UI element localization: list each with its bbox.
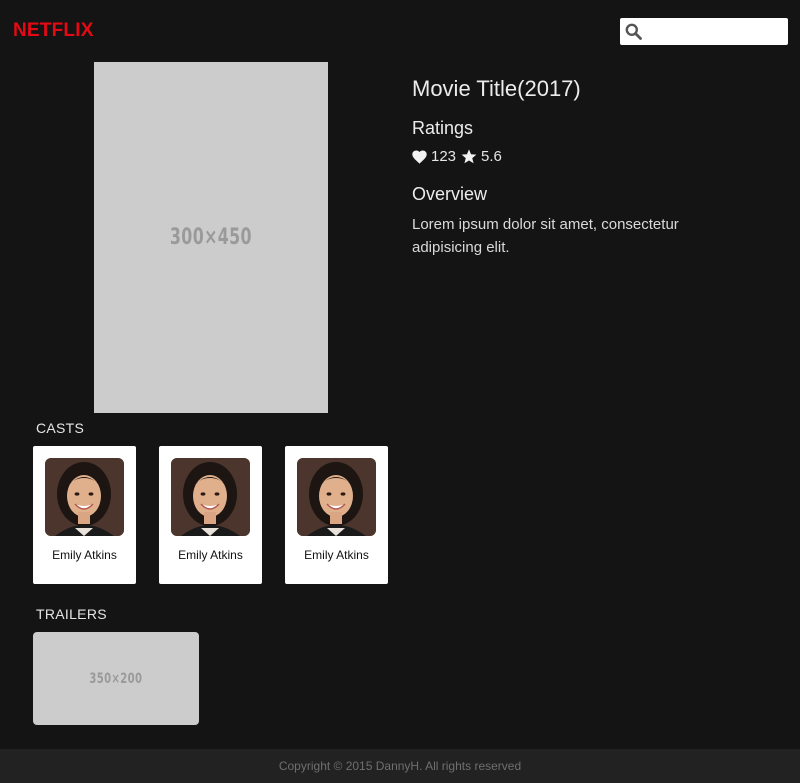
poster-placeholder-label: 300×450 [170,225,252,250]
rating-stats: 123 5.6 [412,148,507,165]
movie-poster: 300×450 [94,62,328,413]
rating-score: 5.6 [481,148,502,165]
cast-card[interactable]: Emily Atkins [285,446,388,584]
footer: Copyright © 2015 DannyH. All rights rese… [0,749,800,783]
cast-name: Emily Atkins [52,548,117,562]
ratings-heading: Ratings [412,118,474,138]
casts-heading: CASTS [36,420,85,436]
overview-heading: Overview [412,184,488,204]
overview-text: Lorem ipsum dolor sit amet, consectetur … [412,216,679,256]
movie-title: Movie Title(2017) [412,76,581,101]
star-icon [461,149,477,164]
trailers-heading: TRAILERS [36,606,107,622]
copyright-text: Copyright © 2015 DannyH. All rights rese… [278,759,522,773]
search-icon[interactable] [625,23,642,40]
trailer-thumbnail[interactable]: 350×200 [33,632,199,725]
page: NETFLIX 300×450 Movie Title(2017) Rating… [0,0,800,783]
likes-count: 123 [431,148,457,165]
cast-photo [171,458,250,536]
cast-photo [297,458,376,536]
cast-card[interactable]: Emily Atkins [33,446,136,584]
trailer-placeholder-label: 350×200 [89,670,143,687]
netflix-logo[interactable]: NETFLIX [13,20,94,42]
search-input[interactable] [646,21,788,44]
heart-icon [412,149,427,164]
search-box[interactable] [620,18,788,45]
cast-name: Emily Atkins [178,548,243,562]
cast-card[interactable]: Emily Atkins [159,446,262,584]
cast-name: Emily Atkins [304,548,369,562]
cast-photo [45,458,124,536]
